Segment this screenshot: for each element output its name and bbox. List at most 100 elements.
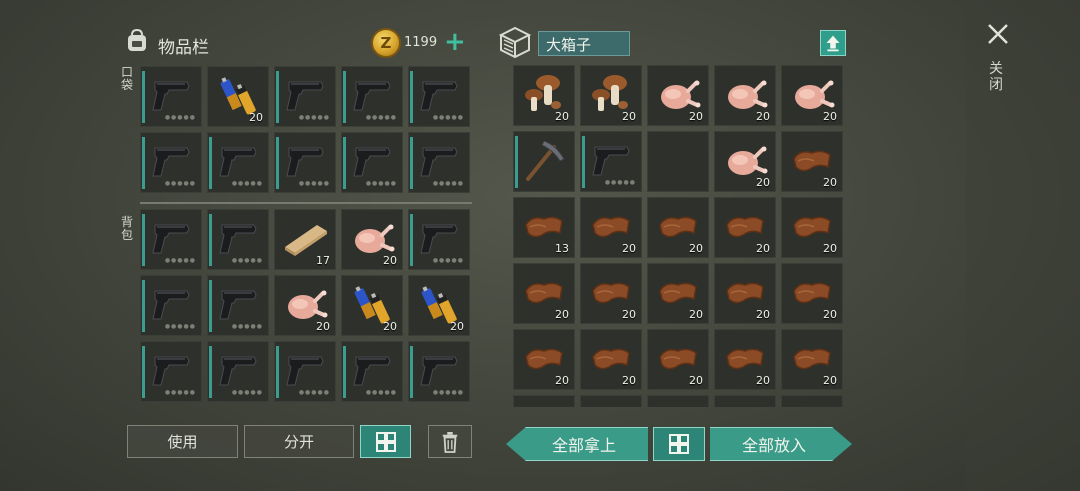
- container-slot[interactable]: 20: [714, 197, 776, 258]
- quality-stars: ●●●●●: [604, 179, 636, 186]
- stack-count: 20: [555, 374, 569, 387]
- container-slot[interactable]: 20: [714, 329, 776, 390]
- container-slot[interactable]: 20: [714, 263, 776, 324]
- pocket-slot[interactable]: ●●●●●: [140, 132, 202, 193]
- stack-count: 20: [756, 176, 770, 189]
- backpack-slot[interactable]: ●●●●●: [207, 341, 269, 402]
- container-slot[interactable]: [714, 395, 776, 407]
- container-slot[interactable]: [647, 131, 709, 192]
- upload-icon[interactable]: [820, 30, 846, 56]
- quality-stars: ●●●●●: [432, 114, 464, 121]
- inventory-title: 物品栏: [158, 38, 209, 58]
- pocket-slot[interactable]: ●●●●●: [274, 132, 336, 193]
- pocket-slot[interactable]: ●●●●●: [207, 132, 269, 193]
- sort-grid-icon[interactable]: [360, 425, 411, 458]
- close-panel-strip: [966, 0, 1080, 491]
- use-button[interactable]: 使用: [127, 425, 238, 458]
- container-slot[interactable]: 20: [513, 65, 575, 126]
- container-slot[interactable]: 20: [647, 329, 709, 390]
- stack-count: 20: [622, 242, 636, 255]
- stack-count: 20: [823, 242, 837, 255]
- pocket-slot[interactable]: ●●●●●: [140, 66, 202, 127]
- quality-stars: ●●●●●: [365, 389, 397, 396]
- close-icon[interactable]: [984, 20, 1012, 48]
- container-slot[interactable]: ●●●●●: [580, 131, 642, 192]
- pocket-slot[interactable]: ●●●●●: [341, 132, 403, 193]
- backpack-slot[interactable]: ●●●●●: [408, 209, 470, 270]
- quality-stars: ●●●●●: [231, 323, 263, 330]
- container-slot[interactable]: [513, 395, 575, 407]
- container-slot[interactable]: 20: [580, 65, 642, 126]
- backpack-grid: ●●●●● ●●●●● 17 20 ●●●●● ●●●●● ●●●●● 20 20 20 ●●●●●…: [140, 209, 470, 402]
- backpack-slot[interactable]: ●●●●●: [341, 341, 403, 402]
- quality-stars: ●●●●●: [231, 257, 263, 264]
- close-label[interactable]: 关闭: [989, 61, 1007, 93]
- container-slot[interactable]: 20: [781, 197, 843, 258]
- quality-stars: ●●●●●: [298, 389, 330, 396]
- pocket-slot[interactable]: ●●●●●: [341, 66, 403, 127]
- container-slot[interactable]: 20: [580, 263, 642, 324]
- container-slot[interactable]: [647, 395, 709, 407]
- pocket-slot[interactable]: ●●●●●: [408, 66, 470, 127]
- stack-count: 20: [756, 110, 770, 123]
- container-slot[interactable]: 20: [714, 131, 776, 192]
- quality-stars: ●●●●●: [365, 114, 397, 121]
- container-slot[interactable]: 20: [513, 263, 575, 324]
- container-slot[interactable]: 20: [580, 329, 642, 390]
- container-slot[interactable]: 20: [714, 65, 776, 126]
- container-slot[interactable]: 20: [513, 329, 575, 390]
- stack-count: 20: [823, 308, 837, 321]
- put-all-button[interactable]: 全部放入: [710, 427, 852, 461]
- put-all-label: 全部放入: [741, 436, 806, 455]
- stack-count: 13: [555, 242, 569, 255]
- quality-stars: ●●●●●: [432, 389, 464, 396]
- container-slot[interactable]: 20: [781, 329, 843, 390]
- quality-stars: ●●●●●: [231, 180, 263, 187]
- quality-stars: ●●●●●: [164, 257, 196, 264]
- backpack-slot[interactable]: 20: [274, 275, 336, 336]
- pocket-slot[interactable]: 20: [207, 66, 269, 127]
- backpack-slot[interactable]: ●●●●●: [274, 341, 336, 402]
- pocket-slot[interactable]: ●●●●●: [408, 132, 470, 193]
- quality-stars: ●●●●●: [164, 323, 196, 330]
- pocket-grid: ●●●●● 20 ●●●●● ●●●●● ●●●●● ●●●●● ●●●●● ●●●●● ●●●…: [140, 66, 470, 193]
- section-divider: [140, 202, 472, 204]
- stack-count: 20: [555, 110, 569, 123]
- stack-count: 20: [622, 374, 636, 387]
- backpack-slot[interactable]: ●●●●●: [140, 275, 202, 336]
- backpack-slot[interactable]: 20: [341, 209, 403, 270]
- container-slot[interactable]: [781, 395, 843, 407]
- container-slot[interactable]: 20: [647, 263, 709, 324]
- container-sort-grid-icon[interactable]: [653, 427, 705, 461]
- backpack-slot[interactable]: ●●●●●: [140, 341, 202, 402]
- take-all-button[interactable]: 全部拿上: [506, 427, 648, 461]
- backpack-slot[interactable]: ●●●●●: [140, 209, 202, 270]
- container-slot[interactable]: 20: [647, 65, 709, 126]
- container-slot[interactable]: 20: [647, 197, 709, 258]
- take-all-label: 全部拿上: [551, 436, 616, 455]
- container-slot[interactable]: [513, 131, 575, 192]
- container-slot[interactable]: 20: [781, 65, 843, 126]
- container-slot[interactable]: 20: [781, 131, 843, 192]
- container-grid[interactable]: 20 20 20 20 20 ●●●●● 20 20 13 20 20 20 20 20 20 20 20 20 2…: [513, 65, 843, 407]
- container-slot[interactable]: [580, 395, 642, 407]
- container-slot[interactable]: 20: [580, 197, 642, 258]
- backpack-slot[interactable]: ●●●●●: [207, 209, 269, 270]
- container-slot[interactable]: 13: [513, 197, 575, 258]
- backpack-slot[interactable]: 20: [341, 275, 403, 336]
- stack-count: 20: [689, 308, 703, 321]
- split-button[interactable]: 分开: [244, 425, 354, 458]
- backpack-slot[interactable]: ●●●●●: [207, 275, 269, 336]
- stack-count: 20: [316, 320, 330, 333]
- backpack-slot[interactable]: ●●●●●: [408, 341, 470, 402]
- stack-count: 20: [622, 308, 636, 321]
- storage-box-icon: [497, 25, 533, 59]
- container-slot[interactable]: 20: [781, 263, 843, 324]
- coin-icon: Z: [371, 28, 401, 58]
- plus-icon[interactable]: +: [444, 28, 466, 56]
- trash-icon[interactable]: [428, 425, 472, 458]
- backpack-slot[interactable]: 20: [408, 275, 470, 336]
- backpack-slot[interactable]: 17: [274, 209, 336, 270]
- backpack-icon: [124, 27, 150, 53]
- pocket-slot[interactable]: ●●●●●: [274, 66, 336, 127]
